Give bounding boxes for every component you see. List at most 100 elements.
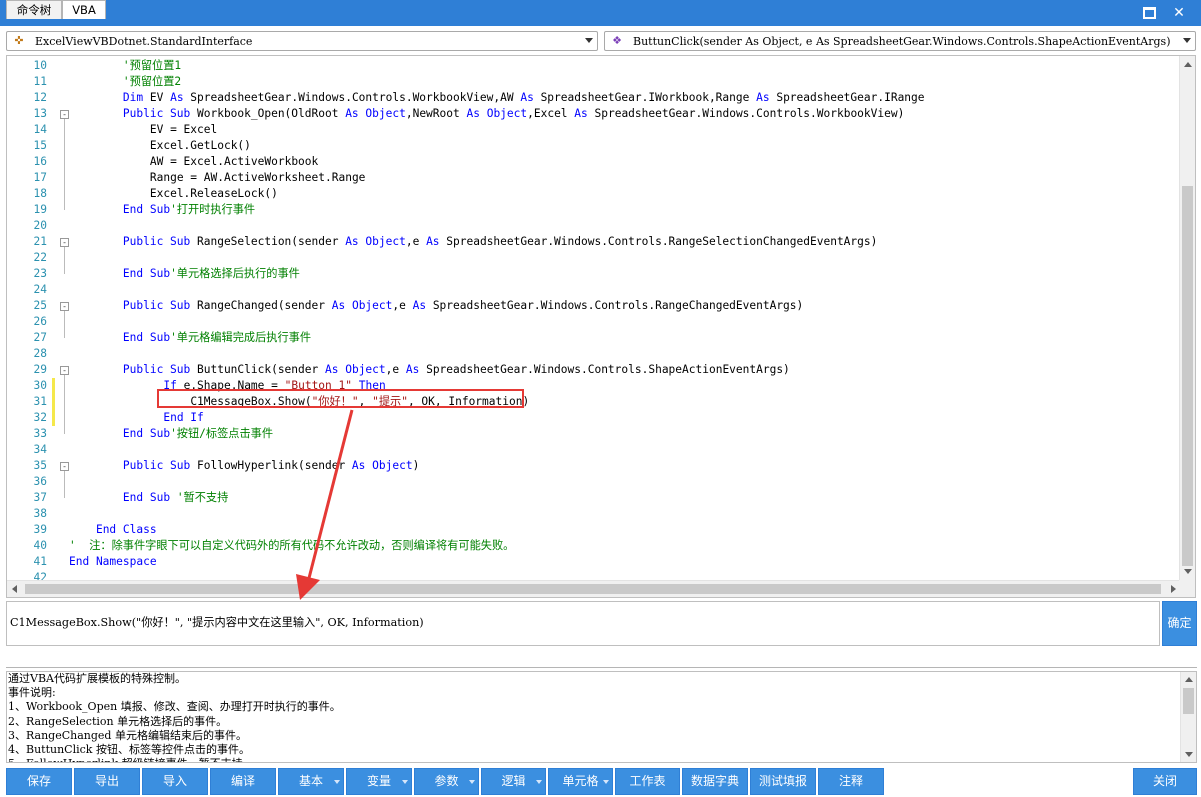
code-line[interactable]: 42 xyxy=(7,570,1181,580)
code-line[interactable]: 21 - Public Sub RangeSelection(sender As O… xyxy=(7,234,1181,250)
toolbar-button[interactable]: 参数 xyxy=(414,768,479,795)
toolbar-button[interactable]: 导入 xyxy=(142,768,208,795)
code-text: Dim EV As SpreadsheetGear.Windows.Contro… xyxy=(123,90,925,106)
toolbar-button[interactable]: 工作表 xyxy=(615,768,680,795)
scroll-down-icon[interactable] xyxy=(1184,569,1192,574)
vertical-scrollbar[interactable] xyxy=(1179,56,1195,580)
line-number: 14 xyxy=(33,123,47,136)
collapse-icon[interactable]: - xyxy=(60,238,69,247)
keyword-token: As xyxy=(331,299,346,312)
collapse-icon[interactable]: - xyxy=(60,366,69,375)
code-line[interactable]: 41 End Namespace xyxy=(7,554,1181,570)
code-line[interactable]: 37 End Sub '暂不支持 xyxy=(7,490,1181,506)
code-line[interactable]: 12 Dim EV As SpreadsheetGear.Windows.Cont… xyxy=(7,90,1181,106)
toolbar-button[interactable]: 测试填报 xyxy=(750,768,816,795)
line-number: 18 xyxy=(33,187,47,200)
line-number: 36 xyxy=(33,475,47,488)
code-line[interactable]: 39 End Class xyxy=(7,522,1181,538)
tab-vba[interactable]: VBA xyxy=(62,0,106,19)
code-area[interactable]: 10 '预留位置1 11 '预留位置2 12 Dim EV As SpreadsheetG… xyxy=(7,56,1181,580)
scroll-left-icon[interactable] xyxy=(12,585,17,593)
code-line[interactable]: 15 Excel.GetLock() xyxy=(7,138,1181,154)
code-text: '预留位置1 xyxy=(123,58,181,74)
keyword-token: Object xyxy=(365,107,406,120)
code-line[interactable]: 19 End Sub'打开时执行事件 xyxy=(7,202,1181,218)
code-line[interactable]: 28 xyxy=(7,346,1181,362)
code-line[interactable]: 10 '预留位置1 xyxy=(7,58,1181,74)
comment-token: '打开时执行事件 xyxy=(170,203,256,216)
code-line[interactable]: 22 xyxy=(7,250,1181,266)
code-token: ,Excel xyxy=(527,107,575,120)
fold-guide xyxy=(64,247,65,274)
change-marker xyxy=(52,378,55,394)
close-window-button[interactable]: ✕ xyxy=(1168,3,1190,23)
scroll-right-icon[interactable] xyxy=(1171,585,1176,593)
collapse-icon[interactable]: - xyxy=(60,462,69,471)
code-line[interactable]: 17 Range = AW.ActiveWorksheet.Range xyxy=(7,170,1181,186)
line-number: 17 xyxy=(33,171,47,184)
class-selector[interactable]: ✜ ExcelViewVBDotnet.StandardInterface xyxy=(6,31,598,51)
code-line[interactable]: 40 ' 注：除事件字眼下可以自定义代码外的所有代码不允许改动，否则编译将有可能失… xyxy=(7,538,1181,554)
code-line[interactable]: 33 End Sub'按钮/标签点击事件 xyxy=(7,426,1181,442)
confirm-button[interactable]: 确定 xyxy=(1162,601,1197,646)
maximize-button[interactable] xyxy=(1138,3,1160,23)
code-line[interactable]: 14 EV = Excel xyxy=(7,122,1181,138)
toolbar-button[interactable]: 单元格 xyxy=(548,768,613,795)
code-line[interactable]: 16 AW = Excel.ActiveWorkbook xyxy=(7,154,1181,170)
keyword-token: Public Sub xyxy=(122,235,191,248)
code-line[interactable]: 23 End Sub'单元格选择后执行的事件 xyxy=(7,266,1181,282)
dropdown-arrow-icon xyxy=(536,780,542,784)
code-line[interactable]: 38 xyxy=(7,506,1181,522)
code-line[interactable]: 20 xyxy=(7,218,1181,234)
line-number: 25 xyxy=(33,299,47,312)
toolbar-button[interactable]: 导出 xyxy=(74,768,140,795)
code-line[interactable]: 27 End Sub'单元格编辑完成后执行事件 xyxy=(7,330,1181,346)
toolbar-button[interactable]: 保存 xyxy=(6,768,72,795)
scroll-down-icon[interactable] xyxy=(1185,752,1193,757)
code-token: SpreadsheetGear.Windows.Controls.RangeCh… xyxy=(426,299,804,312)
toolbar-button-label: 参数 xyxy=(434,774,459,788)
toolbar-button[interactable]: 数据字典 xyxy=(682,768,748,795)
code-token: RangeSelection(sender xyxy=(190,235,346,248)
scroll-up-icon[interactable] xyxy=(1184,62,1192,67)
code-line[interactable]: 35 - Public Sub FollowHyperlink(sender As … xyxy=(7,458,1181,474)
scroll-thumb[interactable] xyxy=(1182,186,1193,566)
code-editor[interactable]: 10 '预留位置1 11 '预留位置2 12 Dim EV As SpreadsheetG… xyxy=(6,55,1196,598)
collapse-icon[interactable]: - xyxy=(60,110,69,119)
code-line[interactable]: 25 - Public Sub RangeChanged(sender As Obj… xyxy=(7,298,1181,314)
code-line[interactable]: 29 - Public Sub ButtunClick(sender As Obje… xyxy=(7,362,1181,378)
code-line[interactable]: 32 End If xyxy=(7,410,1181,426)
code-line[interactable]: 24 xyxy=(7,282,1181,298)
description-line: 1、Workbook_Open 填报、修改、查阅、办理打开时执行的事件。 xyxy=(8,700,341,714)
tab-command-tree[interactable]: 命令树 xyxy=(6,0,62,19)
toolbar-button[interactable]: 变量 xyxy=(346,768,412,795)
toolbar-button[interactable]: 注释 xyxy=(818,768,884,795)
code-text: EV = Excel xyxy=(150,122,217,138)
close-button[interactable]: 关闭 xyxy=(1133,768,1197,795)
collapse-icon[interactable]: - xyxy=(60,302,69,311)
description-line: 5、FollowHyperlink 超级链接事件，暂不支持。 xyxy=(8,757,1178,762)
toolbar-button[interactable]: 逻辑 xyxy=(481,768,546,795)
toolbar-button[interactable]: 基本 xyxy=(278,768,344,795)
scroll-up-icon[interactable] xyxy=(1185,677,1193,682)
description-scrollbar[interactable] xyxy=(1180,672,1196,762)
code-text: End Sub '暂不支持 xyxy=(123,490,228,506)
horizontal-scrollbar[interactable] xyxy=(7,580,1181,597)
code-text: End Sub'按钮/标签点击事件 xyxy=(123,426,273,442)
code-line[interactable]: 11 '预留位置2 xyxy=(7,74,1181,90)
code-line[interactable]: 18 Excel.ReleaseLock() xyxy=(7,186,1181,202)
toolbar-button[interactable]: 编译 xyxy=(210,768,276,795)
code-token: ,e xyxy=(405,235,427,248)
code-line[interactable]: 26 xyxy=(7,314,1181,330)
code-line[interactable]: 36 xyxy=(7,474,1181,490)
code-line[interactable]: 13 - Public Sub Workbook_Open(OldRoot As O… xyxy=(7,106,1181,122)
code-token: ButtunClick(sender xyxy=(190,363,325,376)
scroll-thumb[interactable] xyxy=(1183,688,1194,714)
code-text: End If xyxy=(163,410,203,426)
method-selector[interactable]: ❖ ButtunClick(sender As Object, e As Spr… xyxy=(604,31,1196,51)
command-input[interactable]: C1MessageBox.Show("你好！", "提示内容中文在这里输入", … xyxy=(6,601,1160,646)
code-token: RangeChanged(sender xyxy=(190,299,332,312)
code-token: FollowHyperlink(sender xyxy=(190,459,352,472)
scroll-thumb[interactable] xyxy=(25,584,1161,594)
code-line[interactable]: 34 xyxy=(7,442,1181,458)
